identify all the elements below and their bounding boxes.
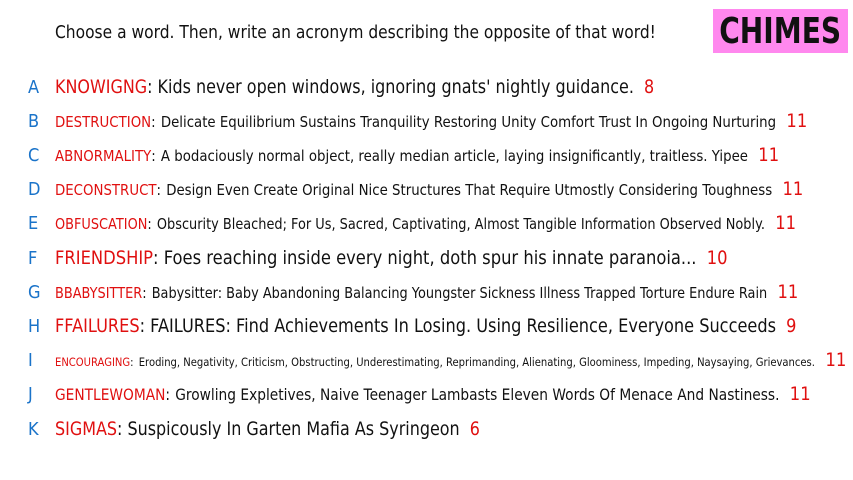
entry-content: DESTRUCTION: Delicate Equilibrium Sustai… xyxy=(55,110,808,132)
entry-count: 10 xyxy=(706,247,728,269)
entry-acronym: Babysitter: Baby Abandoning Balancing Yo… xyxy=(151,284,768,302)
entry-count: 11 xyxy=(775,212,797,234)
entry-letter: J xyxy=(28,383,33,405)
entry-letter: G xyxy=(28,281,41,303)
entry-word: SIGMAS xyxy=(55,418,118,440)
brand-logo: CHIMES xyxy=(713,9,848,53)
entry-letter: C xyxy=(28,144,40,166)
entry-acronym: Eroding, Negativity, Criticism, Obstruct… xyxy=(138,355,815,369)
entry-word: BBABYSITTER xyxy=(55,284,143,302)
entry-word: OBFUSCATION xyxy=(55,215,148,233)
entry-count: 11 xyxy=(786,110,808,132)
prompt-text: Choose a word. Then, write an acronym de… xyxy=(55,22,656,43)
entry-content: SIGMAS: Suspicously In Garten Mafia As S… xyxy=(55,418,480,440)
entry-word: GENTLEWOMAN xyxy=(55,385,166,404)
entry-word: ABNORMALITY xyxy=(55,147,152,165)
entry-letter: H xyxy=(28,315,41,337)
entry-letter: F xyxy=(28,247,38,269)
entry-acronym: Suspicously In Garten Mafia As Syringeon xyxy=(127,418,460,440)
entry-word: DECONSTRUCT xyxy=(55,181,157,199)
entry-content: OBFUSCATION: Obscurity Bleached; For Us,… xyxy=(55,212,797,234)
entry-letter: D xyxy=(28,178,41,200)
entry-content: DECONSTRUCT: Design Even Create Original… xyxy=(55,178,804,200)
entry-acronym: Kids never open windows, ignoring gnats'… xyxy=(157,76,634,98)
entry-acronym: Design Even Create Original Nice Structu… xyxy=(166,181,773,199)
entry-count: 6 xyxy=(469,418,480,440)
entry-content: ENCOURAGING: Eroding, Negativity, Critic… xyxy=(55,349,847,371)
entry-count: 11 xyxy=(825,349,847,371)
entry-content: KNOWIGNG: Kids never open windows, ignor… xyxy=(55,76,655,98)
entry-acronym: A bodaciously normal object, really medi… xyxy=(160,147,748,165)
entry-letter: B xyxy=(28,110,40,132)
entry-count: 11 xyxy=(789,383,811,405)
entry-count: 11 xyxy=(777,281,799,303)
entry-count: 9 xyxy=(786,315,797,337)
entry-content: ABNORMALITY: A bodaciously normal object… xyxy=(55,144,780,166)
entry-count: 8 xyxy=(644,76,655,98)
entry-acronym: Obscurity Bleached; For Us, Sacred, Capt… xyxy=(156,215,765,233)
entry-word: ENCOURAGING xyxy=(55,355,131,369)
entry-letter: E xyxy=(28,212,39,234)
entry-word: KNOWIGNG xyxy=(55,76,148,98)
entry-letter: I xyxy=(28,349,33,371)
entry-acronym: Delicate Equilibrium Sustains Tranquilit… xyxy=(160,113,777,131)
entry-content: BBABYSITTER: Babysitter: Baby Abandoning… xyxy=(55,281,799,303)
entry-count: 11 xyxy=(758,144,780,166)
brand-text: CHIMES xyxy=(719,10,842,52)
entry-letter: K xyxy=(28,418,39,440)
entry-word: FFAILURES xyxy=(55,315,140,337)
entry-letter: A xyxy=(28,76,40,98)
entry-acronym: FAILURES: Find Achievements In Losing. U… xyxy=(150,315,776,337)
entry-content: FRIENDSHIP: Foes reaching inside every n… xyxy=(55,247,728,269)
entry-content: GENTLEWOMAN: Growling Expletives, Naive … xyxy=(55,383,811,405)
entry-word: FRIENDSHIP xyxy=(55,247,154,269)
entry-content: FFAILURES: FAILURES: Find Achievements I… xyxy=(55,315,797,337)
entry-acronym: Foes reaching inside every night, doth s… xyxy=(163,247,697,269)
entry-count: 11 xyxy=(782,178,804,200)
entry-word: DESTRUCTION xyxy=(55,113,152,131)
entry-acronym: Growling Expletives, Naive Teenager Lamb… xyxy=(175,385,780,404)
